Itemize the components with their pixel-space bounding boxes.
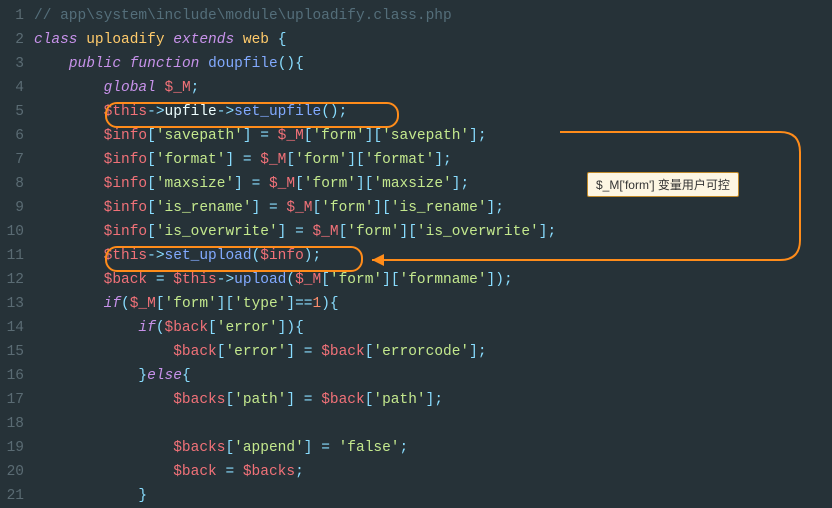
- code-line: $back = $backs;: [34, 460, 556, 484]
- code-line: }: [34, 484, 556, 508]
- code-line: $info['savepath'] = $_M['form']['savepat…: [34, 124, 556, 148]
- code-line: }else{: [34, 364, 556, 388]
- line-number: 8: [0, 172, 28, 196]
- code-line: $info['is_rename'] = $_M['form']['is_ren…: [34, 196, 556, 220]
- line-number: 19: [0, 436, 28, 460]
- code-line: $this->set_upload($info);: [34, 244, 556, 268]
- code-line: $info['maxsize'] = $_M['form']['maxsize'…: [34, 172, 556, 196]
- line-number-gutter: 123456789101112131415161718192021: [0, 0, 28, 508]
- code-line: $backs['append'] = 'false';: [34, 436, 556, 460]
- line-number: 18: [0, 412, 28, 436]
- line-number: 5: [0, 100, 28, 124]
- line-number: 21: [0, 484, 28, 508]
- line-number: 17: [0, 388, 28, 412]
- code-line: $back['error'] = $back['errorcode'];: [34, 340, 556, 364]
- code-line: // app\system\include\module\uploadify.c…: [34, 4, 556, 28]
- line-number: 11: [0, 244, 28, 268]
- code-line: if($_M['form']['type']==1){: [34, 292, 556, 316]
- line-number: 2: [0, 28, 28, 52]
- line-number: 9: [0, 196, 28, 220]
- line-number: 15: [0, 340, 28, 364]
- line-number: 10: [0, 220, 28, 244]
- code-line: global $_M;: [34, 76, 556, 100]
- code-line: $info['format'] = $_M['form']['format'];: [34, 148, 556, 172]
- code-line: $backs['path'] = $back['path'];: [34, 388, 556, 412]
- code-line: [34, 412, 556, 436]
- code-area: // app\system\include\module\uploadify.c…: [28, 0, 556, 508]
- code-line: $this->upfile->set_upfile();: [34, 100, 556, 124]
- code-line: public function doupfile(){: [34, 52, 556, 76]
- line-number: 16: [0, 364, 28, 388]
- line-number: 14: [0, 316, 28, 340]
- line-number: 20: [0, 460, 28, 484]
- code-line: $info['is_overwrite'] = $_M['form']['is_…: [34, 220, 556, 244]
- code-line: class uploadify extends web {: [34, 28, 556, 52]
- code-line: if($back['error']){: [34, 316, 556, 340]
- line-number: 13: [0, 292, 28, 316]
- line-number: 12: [0, 268, 28, 292]
- line-number: 1: [0, 4, 28, 28]
- line-number: 3: [0, 52, 28, 76]
- line-number: 7: [0, 148, 28, 172]
- code-editor: 123456789101112131415161718192021 // app…: [0, 0, 832, 508]
- line-number: 6: [0, 124, 28, 148]
- line-number: 4: [0, 76, 28, 100]
- code-line: $back = $this->upload($_M['form']['formn…: [34, 268, 556, 292]
